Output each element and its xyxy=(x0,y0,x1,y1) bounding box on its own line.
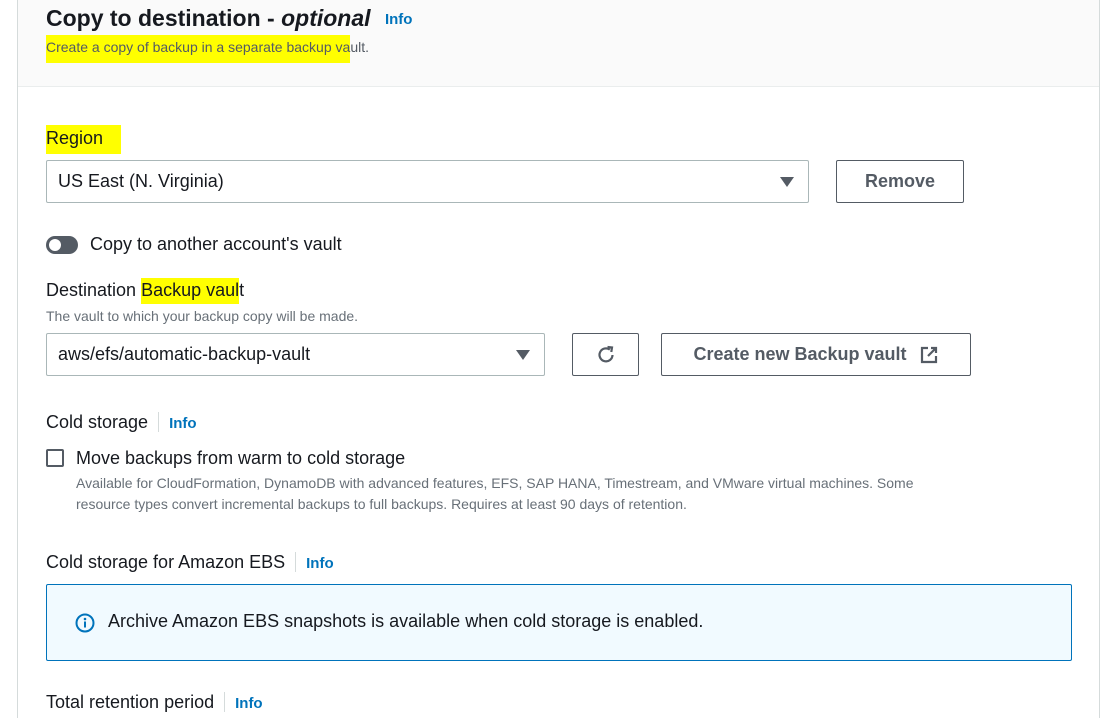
caret-down-icon xyxy=(516,350,530,360)
divider xyxy=(295,552,297,572)
total-retention-label-text: Total retention period xyxy=(46,692,215,712)
create-backup-vault-label: Create new Backup vault xyxy=(693,344,907,364)
refresh-icon xyxy=(597,345,614,362)
cold-storage-help-line-2: resource types convert incremental backu… xyxy=(76,496,687,512)
region-label: Region xyxy=(46,125,122,154)
section-description-highlighted: Create a copy of backup in a separate ba… xyxy=(46,35,351,63)
toggle-knob xyxy=(49,239,61,251)
cold-storage-ebs-info-link[interactable]: Info xyxy=(306,555,334,572)
cold-storage-help-line-1: Available for CloudFormation, DynamoDB w… xyxy=(76,475,914,491)
section-title-optional: optional xyxy=(281,5,371,31)
destination-vault-label-suffix: t xyxy=(239,280,245,300)
cold-storage-checkbox-label: Move backups from warm to cold storage xyxy=(76,448,406,468)
remove-button[interactable]: Remove xyxy=(836,160,964,203)
destination-vault-description: The vault to which your backup copy will… xyxy=(46,308,359,324)
section-title: Copy to destination - optional Info xyxy=(46,5,412,32)
copy-another-account-toggle[interactable] xyxy=(46,236,78,254)
section-description-rest: ult. xyxy=(350,39,369,55)
refresh-button[interactable] xyxy=(572,333,639,376)
cold-storage-label-text: Cold storage xyxy=(46,412,149,432)
section-description: Create a copy of backup in a separate ba… xyxy=(46,35,369,63)
section-info-link[interactable]: Info xyxy=(385,11,413,28)
create-backup-vault-button[interactable]: Create new Backup vault xyxy=(661,333,971,376)
divider xyxy=(224,692,226,712)
destination-vault-label-prefix: Destination xyxy=(46,280,142,300)
section-title-text: Copy to destination - xyxy=(46,5,282,31)
ebs-archive-alert-text: Archive Amazon EBS snapshots is availabl… xyxy=(108,611,704,631)
divider xyxy=(158,412,160,432)
cold-storage-ebs-label-text: Cold storage for Amazon EBS xyxy=(46,552,286,572)
copy-destination-panel: Copy to destination - optional Info Crea… xyxy=(17,0,1100,718)
cold-storage-ebs-label: Cold storage for Amazon EBS Info xyxy=(46,552,334,573)
external-link-icon xyxy=(920,346,937,363)
destination-vault-label: Destination Backup vault xyxy=(46,278,245,304)
total-retention-info-link[interactable]: Info xyxy=(235,695,263,712)
total-retention-label: Total retention period Info xyxy=(46,692,263,713)
region-select[interactable]: US East (N. Virginia) xyxy=(46,160,809,203)
cold-storage-checkbox[interactable] xyxy=(46,449,64,467)
caret-down-icon xyxy=(780,177,794,187)
cold-storage-label: Cold storage Info xyxy=(46,412,197,433)
info-circle-icon xyxy=(75,613,95,633)
region-select-value: US East (N. Virginia) xyxy=(58,171,224,191)
destination-vault-select[interactable]: aws/efs/automatic-backup-vault xyxy=(46,333,545,376)
destination-vault-label-highlighted: Backup vaul xyxy=(141,278,240,304)
cold-storage-info-link[interactable]: Info xyxy=(169,415,197,432)
ebs-archive-alert: Archive Amazon EBS snapshots is availabl… xyxy=(46,584,1072,661)
destination-vault-select-value: aws/efs/automatic-backup-vault xyxy=(58,344,311,364)
copy-another-account-label: Copy to another account's vault xyxy=(90,234,342,254)
